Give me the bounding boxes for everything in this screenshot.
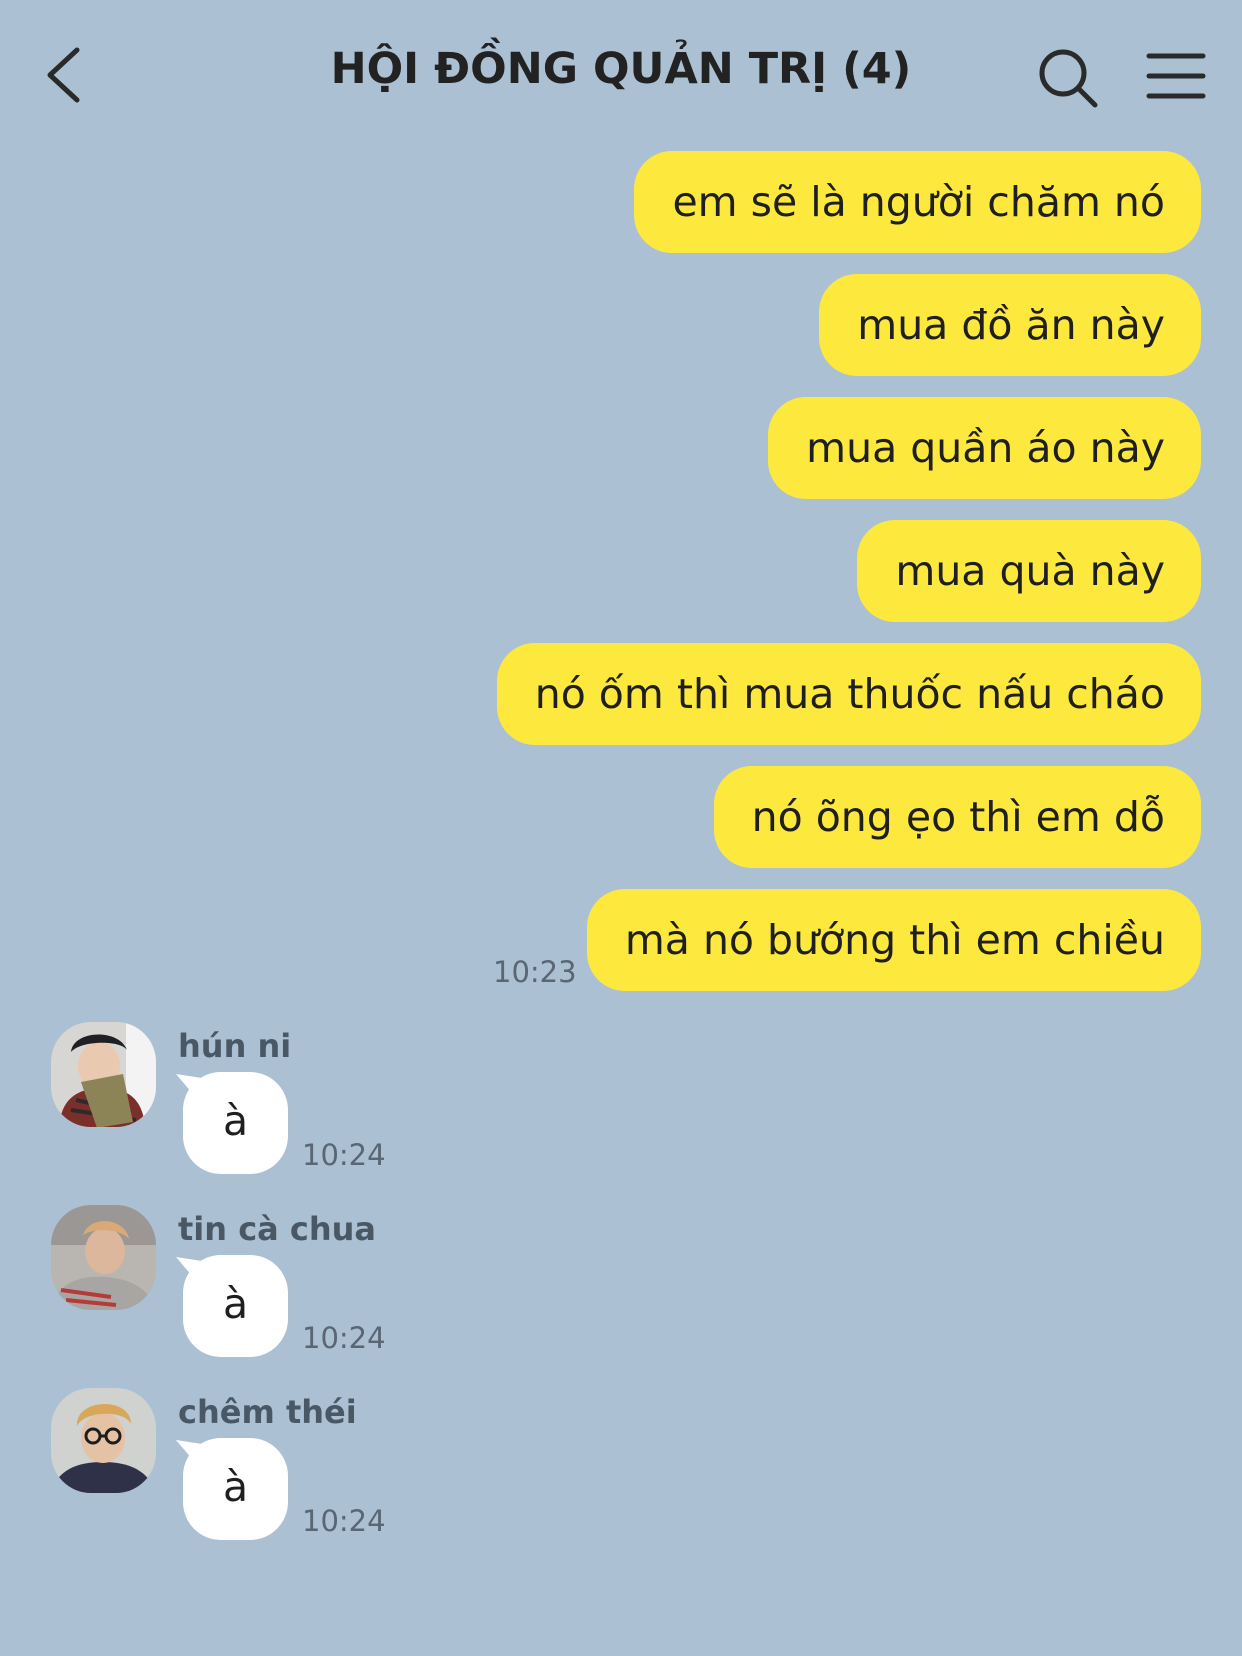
sender-name: tin cà chua — [178, 1210, 377, 1248]
message-timestamp: 10:23 — [493, 955, 577, 989]
avatar-photo — [51, 1022, 156, 1127]
menu-button[interactable] — [1145, 48, 1231, 108]
avatar-photo — [51, 1388, 156, 1493]
search-icon — [1039, 49, 1098, 108]
incoming-message-text: à — [222, 1280, 249, 1328]
avatar-photo — [51, 1205, 156, 1310]
outgoing-message[interactable]: em sẽ là người chăm nó — [634, 151, 1201, 253]
bubble-tail — [176, 1440, 202, 1466]
avatar[interactable] — [51, 1205, 156, 1310]
avatar[interactable] — [51, 1022, 156, 1127]
message-timestamp: 10:24 — [302, 1504, 386, 1538]
outgoing-message[interactable]: mua quà này — [857, 520, 1201, 622]
outgoing-message[interactable]: mua quần áo này — [768, 397, 1201, 499]
outgoing-message[interactable]: mà nó bướng thì em chiều — [586, 889, 1201, 991]
avatar[interactable] — [51, 1388, 156, 1493]
incoming-message[interactable]: à — [176, 1072, 288, 1174]
incoming-message-text: à — [222, 1463, 249, 1511]
search-button[interactable] — [1035, 45, 1101, 111]
sender-name: hún ni — [178, 1027, 292, 1065]
bubble-tail — [176, 1074, 202, 1100]
chat-header: HỘI ĐỒNG QUẢN TRỊ (4) — [0, 0, 1242, 150]
incoming-message-text: à — [222, 1097, 249, 1145]
message-timestamp: 10:24 — [302, 1138, 386, 1172]
outgoing-message[interactable]: nó õng ẹo thì em dỗ — [713, 766, 1201, 868]
hamburger-menu-icon — [1146, 53, 1206, 99]
sender-name: chêm théi — [178, 1393, 357, 1431]
outgoing-message[interactable]: nó ốm thì mua thuốc nấu cháo — [496, 643, 1201, 745]
incoming-message[interactable]: à — [176, 1255, 288, 1357]
outgoing-message[interactable]: mua đồ ăn này — [819, 274, 1201, 376]
bubble-tail — [176, 1257, 202, 1283]
message-timestamp: 10:24 — [302, 1321, 386, 1355]
incoming-message[interactable]: à — [176, 1438, 288, 1540]
